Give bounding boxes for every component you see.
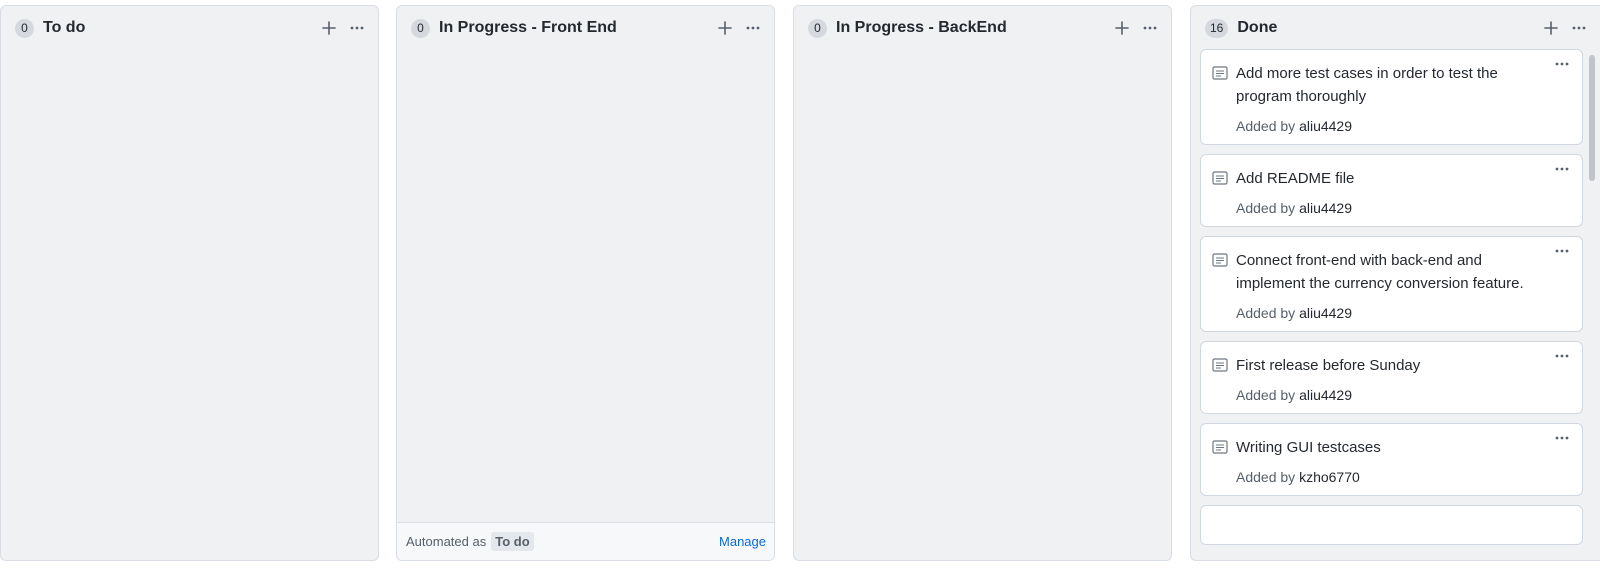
column-menu-button[interactable]	[344, 15, 370, 41]
add-card-button[interactable]	[712, 15, 738, 41]
partially-visible-card[interactable]	[1200, 505, 1583, 545]
added-by-label: Added by	[1236, 118, 1296, 134]
kebab-horizontal-icon	[1572, 26, 1586, 30]
column-scrollbar[interactable]	[1587, 49, 1598, 558]
column-automation-footer: Automated as To do Manage	[397, 522, 774, 560]
column-menu-button[interactable]	[740, 15, 766, 41]
card-title: Connect front-end with back-end and impl…	[1236, 252, 1524, 292]
column-header: 16 Done	[1191, 6, 1600, 50]
kebab-horizontal-icon	[1555, 354, 1569, 358]
added-by-label: Added by	[1236, 387, 1296, 403]
note-card[interactable]: Writing GUI testcases Added by kzho6770	[1200, 423, 1583, 496]
card-author[interactable]: aliu4429	[1299, 200, 1352, 216]
column-in-progress-backend: 0 In Progress - BackEnd	[793, 5, 1172, 561]
project-board: 0 To do 0 In Progress - Front End Automa…	[0, 0, 1600, 568]
card-meta: Added by aliu4429	[1236, 200, 1546, 216]
card-author[interactable]: kzho6770	[1299, 469, 1360, 485]
column-to-do: 0 To do	[0, 5, 379, 561]
column-header: 0 In Progress - BackEnd	[794, 6, 1171, 50]
note-icon	[1212, 253, 1228, 267]
card-menu-button[interactable]	[1554, 165, 1570, 173]
column-in-progress-front-end: 0 In Progress - Front End Automated as T…	[396, 5, 775, 561]
column-header: 0 To do	[1, 6, 378, 50]
note-card[interactable]: Add more test cases in order to test the…	[1200, 49, 1583, 145]
column-count-badge: 0	[808, 18, 827, 38]
kebab-horizontal-icon	[350, 26, 364, 30]
column-title: In Progress - Front End	[439, 19, 617, 36]
plus-icon	[322, 21, 336, 35]
note-icon	[1212, 171, 1228, 185]
card-menu-button[interactable]	[1554, 60, 1570, 68]
card-title: First release before Sunday	[1236, 357, 1421, 374]
note-icon	[1212, 358, 1228, 372]
card-meta: Added by kzho6770	[1236, 469, 1546, 485]
manage-automation-link[interactable]: Manage	[719, 534, 766, 549]
note-icon	[1212, 66, 1228, 80]
column-title: In Progress - BackEnd	[836, 19, 1007, 36]
card-author[interactable]: aliu4429	[1299, 118, 1352, 134]
plus-icon	[1544, 21, 1558, 35]
card-title: Writing GUI testcases	[1236, 439, 1381, 456]
card-meta: Added by aliu4429	[1236, 387, 1546, 403]
kebab-horizontal-icon	[1143, 26, 1157, 30]
card-menu-button[interactable]	[1554, 352, 1570, 360]
automation-label: Automated as	[406, 534, 487, 549]
added-by-label: Added by	[1236, 305, 1296, 321]
column-menu-button[interactable]	[1137, 15, 1163, 41]
kebab-horizontal-icon	[1555, 167, 1569, 171]
column-title: To do	[43, 19, 86, 36]
card-meta: Added by aliu4429	[1236, 118, 1546, 134]
column-count-badge: 0	[15, 18, 34, 38]
plus-icon	[718, 21, 732, 35]
column-header: 0 In Progress - Front End	[397, 6, 774, 50]
automation-info: Automated as To do	[406, 532, 719, 551]
kebab-horizontal-icon	[1555, 62, 1569, 66]
card-meta: Added by aliu4429	[1236, 305, 1546, 321]
added-by-label: Added by	[1236, 469, 1296, 485]
automation-preset-badge: To do	[491, 532, 534, 551]
plus-icon	[1115, 21, 1129, 35]
card-title: Add README file	[1236, 170, 1355, 187]
add-card-button[interactable]	[316, 15, 342, 41]
column-count-badge: 0	[411, 18, 430, 38]
kebab-horizontal-icon	[1555, 436, 1569, 440]
kebab-horizontal-icon	[1555, 249, 1569, 253]
card-author[interactable]: aliu4429	[1299, 305, 1352, 321]
add-card-button[interactable]	[1109, 15, 1135, 41]
card-author[interactable]: aliu4429	[1299, 387, 1352, 403]
card-menu-button[interactable]	[1554, 434, 1570, 442]
note-card[interactable]: Add README file Added by aliu4429	[1200, 154, 1583, 227]
note-card[interactable]: Connect front-end with back-end and impl…	[1200, 236, 1583, 332]
column-title: Done	[1237, 19, 1278, 36]
add-card-button[interactable]	[1538, 15, 1564, 41]
scrollbar-thumb[interactable]	[1589, 55, 1595, 181]
kebab-horizontal-icon	[746, 26, 760, 30]
added-by-label: Added by	[1236, 200, 1296, 216]
column-menu-button[interactable]	[1566, 15, 1592, 41]
note-icon	[1212, 440, 1228, 454]
note-card[interactable]: First release before Sunday Added by ali…	[1200, 341, 1583, 414]
column-count-badge: 16	[1205, 18, 1229, 38]
column-done: 16 Done Add more test cases in order to …	[1190, 5, 1600, 561]
card-title: Add more test cases in order to test the…	[1236, 65, 1498, 105]
card-list: Add more test cases in order to test the…	[1200, 49, 1583, 560]
card-menu-button[interactable]	[1554, 247, 1570, 255]
